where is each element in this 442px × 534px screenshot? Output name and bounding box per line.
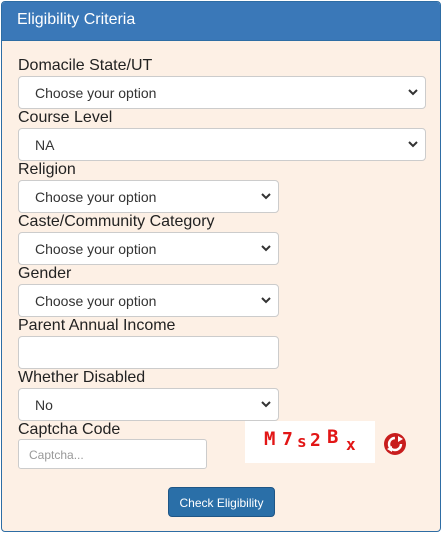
religion-value: Choose your option bbox=[35, 189, 157, 205]
gender-select[interactable]: Choose your option bbox=[18, 284, 279, 317]
disabled-label: Whether Disabled bbox=[18, 369, 146, 386]
domicile-select[interactable]: Choose your option bbox=[18, 76, 426, 109]
chevron-down-icon bbox=[261, 401, 271, 408]
check-eligibility-button[interactable]: Check Eligibility bbox=[168, 487, 275, 517]
captcha-char: s bbox=[297, 432, 307, 451]
eligibility-panel: Eligibility Criteria Domacile State/UT C… bbox=[1, 1, 441, 532]
disabled-value: No bbox=[35, 397, 53, 413]
captcha-image: M 7 s 2 B x bbox=[245, 421, 375, 463]
captcha-label: Captcha Code bbox=[18, 421, 121, 438]
captcha-char: B bbox=[327, 426, 339, 448]
caste-label: Caste/Community Category bbox=[18, 213, 215, 230]
chevron-down-icon bbox=[408, 89, 418, 96]
chevron-down-icon bbox=[261, 297, 271, 304]
gender-label: Gender bbox=[18, 265, 72, 282]
religion-select[interactable]: Choose your option bbox=[18, 180, 279, 213]
captcha-char: x bbox=[346, 435, 356, 454]
course-value: NA bbox=[35, 137, 55, 153]
captcha-char: 7 bbox=[282, 429, 293, 450]
course-label: Course Level bbox=[18, 109, 113, 126]
captcha-input[interactable]: Captcha... bbox=[18, 439, 207, 469]
captcha-char: 2 bbox=[310, 430, 321, 451]
domicile-label: Domacile State/UT bbox=[18, 57, 153, 74]
caste-select[interactable]: Choose your option bbox=[18, 232, 279, 265]
income-label: Parent Annual Income bbox=[18, 317, 176, 334]
course-select[interactable]: NA bbox=[18, 128, 426, 161]
religion-label: Religion bbox=[18, 161, 76, 178]
chevron-down-icon bbox=[261, 245, 271, 252]
refresh-icon[interactable] bbox=[381, 430, 409, 458]
panel-title: Eligibility Criteria bbox=[2, 2, 440, 41]
gender-value: Choose your option bbox=[35, 293, 157, 309]
income-input[interactable] bbox=[18, 336, 279, 369]
captcha-char: M bbox=[264, 428, 276, 450]
chevron-down-icon bbox=[261, 193, 271, 200]
captcha-placeholder: Captcha... bbox=[29, 448, 84, 462]
disabled-select[interactable]: No bbox=[18, 388, 279, 421]
caste-value: Choose your option bbox=[35, 241, 157, 257]
chevron-down-icon bbox=[408, 141, 418, 148]
domicile-value: Choose your option bbox=[35, 85, 157, 101]
